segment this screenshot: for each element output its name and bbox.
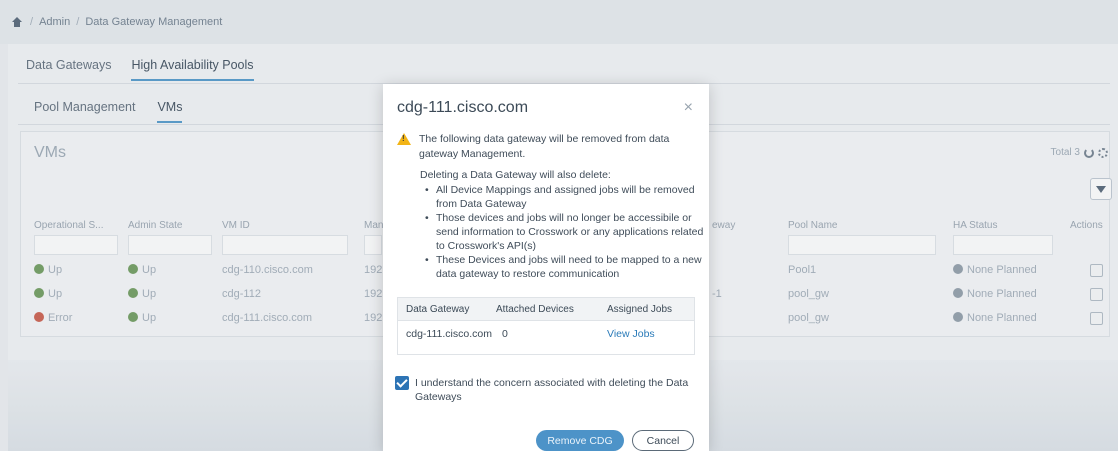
close-icon[interactable]: ×	[684, 100, 693, 116]
delete-intro: Deleting a Data Gateway will also delete…	[420, 169, 611, 181]
column-header: Assigned Jobs	[607, 303, 673, 315]
view-jobs-link[interactable]: View Jobs	[607, 328, 655, 340]
gateway-table-header: Data Gateway Attached Devices Assigned J…	[398, 298, 694, 321]
column-header: Data Gateway	[406, 303, 470, 315]
list-item: Those devices and jobs will no longer be…	[420, 211, 705, 253]
list-item: All Device Mappings and assigned jobs wi…	[420, 183, 705, 211]
attached-devices-cell: 0	[502, 327, 508, 340]
delete-gateway-dialog: cdg-111.cisco.com × The following data g…	[383, 84, 709, 451]
cancel-button[interactable]: Cancel	[632, 430, 694, 451]
table-row: cdg-111.cisco.com 0 View Jobs	[398, 321, 694, 346]
delete-bullet-list: All Device Mappings and assigned jobs wi…	[420, 183, 705, 281]
warning-text: The following data gateway will be remov…	[419, 133, 670, 160]
confirm-checkbox-row[interactable]: I understand the concern associated with…	[395, 376, 705, 404]
column-header: Attached Devices	[496, 303, 574, 315]
delete-details: Deleting a Data Gateway will also delete…	[420, 168, 705, 281]
confirm-checkbox[interactable]	[395, 376, 409, 390]
gateway-name-cell: cdg-111.cisco.com	[406, 327, 492, 340]
confirm-label[interactable]: I understand the concern associated with…	[415, 376, 705, 404]
list-item: These Devices and jobs will need to be m…	[420, 253, 705, 281]
warning-message: The following data gateway will be remov…	[397, 132, 703, 162]
remove-cdg-button[interactable]: Remove CDG	[536, 430, 624, 451]
gateway-table: Data Gateway Attached Devices Assigned J…	[397, 297, 695, 355]
dialog-title: cdg-111.cisco.com	[397, 99, 529, 116]
warning-icon	[397, 133, 411, 145]
